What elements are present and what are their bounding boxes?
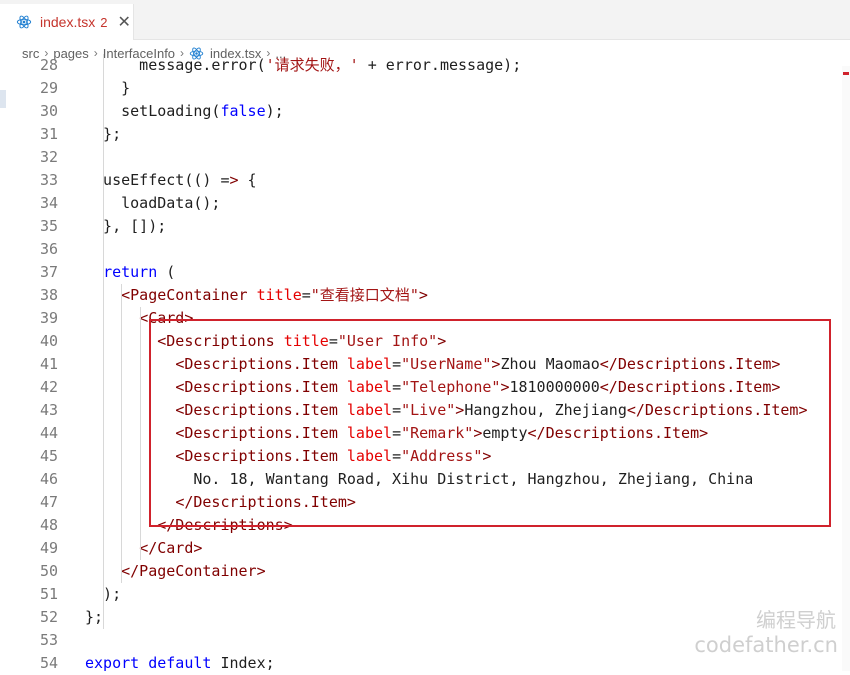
indent-guide bbox=[121, 284, 122, 583]
line-number: 32 bbox=[39, 148, 58, 166]
line-number: 51 bbox=[39, 585, 58, 603]
code-text: </PageContainer> bbox=[121, 562, 266, 580]
line-number: 30 bbox=[39, 102, 58, 120]
code-line[interactable]: 38 <PageContainer title="查看接口文档"> bbox=[0, 284, 850, 307]
code-line[interactable]: 35 }, []); bbox=[0, 215, 850, 238]
highlight-box bbox=[149, 319, 831, 527]
code-text: <PageContainer title="查看接口文档"> bbox=[121, 286, 428, 304]
tab-filename: index.tsx bbox=[40, 14, 96, 30]
line-number: 36 bbox=[39, 240, 58, 258]
line-number: 29 bbox=[39, 79, 58, 97]
code-text: return ( bbox=[103, 263, 176, 281]
line-number: 54 bbox=[39, 654, 58, 672]
code-text: message.error('请求失败，' + error.message); bbox=[85, 56, 522, 74]
code-line[interactable]: 31 }; bbox=[0, 123, 850, 146]
code-line[interactable]: 52}; bbox=[0, 606, 850, 629]
line-number: 35 bbox=[39, 217, 58, 235]
code-line[interactable]: 33 useEffect(() => { bbox=[0, 169, 850, 192]
line-number: 52 bbox=[39, 608, 58, 626]
tab-index-tsx[interactable]: index.tsx 2 ✕ bbox=[0, 4, 134, 40]
line-number: 44 bbox=[39, 424, 58, 442]
code-line[interactable]: 34 loadData(); bbox=[0, 192, 850, 215]
watermark-title: 编程导航 bbox=[756, 608, 836, 632]
line-number: 42 bbox=[39, 378, 58, 396]
code-line[interactable]: 36 bbox=[0, 238, 850, 261]
scrollbar[interactable] bbox=[842, 66, 850, 671]
line-number: 31 bbox=[39, 125, 58, 143]
line-number: 39 bbox=[39, 309, 58, 327]
line-number: 49 bbox=[39, 539, 58, 557]
indent-guide bbox=[140, 307, 141, 560]
line-number: 45 bbox=[39, 447, 58, 465]
problem-count-badge: 2 bbox=[100, 14, 108, 30]
code-text: }; bbox=[85, 608, 104, 626]
code-text: }, []); bbox=[85, 217, 167, 235]
code-text: } bbox=[85, 79, 131, 97]
watermark-url: codefather.cn bbox=[694, 633, 838, 657]
line-number: 37 bbox=[39, 263, 58, 281]
tab-bar: index.tsx 2 ✕ bbox=[0, 0, 850, 40]
code-line[interactable]: 29 } bbox=[0, 77, 850, 100]
code-text: useEffect(() => { bbox=[85, 171, 257, 189]
code-line[interactable]: 32 bbox=[0, 146, 850, 169]
line-number: 48 bbox=[39, 516, 58, 534]
line-number: 28 bbox=[39, 56, 58, 74]
code-text: loadData(); bbox=[85, 194, 221, 212]
code-text: export default Index; bbox=[85, 654, 275, 672]
line-number: 40 bbox=[39, 332, 58, 350]
code-line[interactable]: 51 ); bbox=[0, 583, 850, 606]
line-number: 41 bbox=[39, 355, 58, 373]
code-line[interactable]: 28 message.error('请求失败，' + error.message… bbox=[0, 54, 850, 77]
line-number: 34 bbox=[39, 194, 58, 212]
code-text: setLoading(false); bbox=[85, 102, 284, 120]
line-number: 47 bbox=[39, 493, 58, 511]
line-number: 53 bbox=[39, 631, 58, 649]
line-number: 43 bbox=[39, 401, 58, 419]
code-line[interactable]: 50 </PageContainer> bbox=[0, 560, 850, 583]
code-line[interactable]: 30 setLoading(false); bbox=[0, 100, 850, 123]
line-number: 33 bbox=[39, 171, 58, 189]
line-number: 50 bbox=[39, 562, 58, 580]
code-line[interactable]: 49 </Card> bbox=[0, 537, 850, 560]
line-number: 46 bbox=[39, 470, 58, 488]
indent-guide bbox=[103, 54, 104, 629]
react-icon bbox=[16, 15, 32, 29]
line-number: 38 bbox=[39, 286, 58, 304]
code-line[interactable]: 37 return ( bbox=[0, 261, 850, 284]
close-icon[interactable]: ✕ bbox=[117, 14, 130, 30]
